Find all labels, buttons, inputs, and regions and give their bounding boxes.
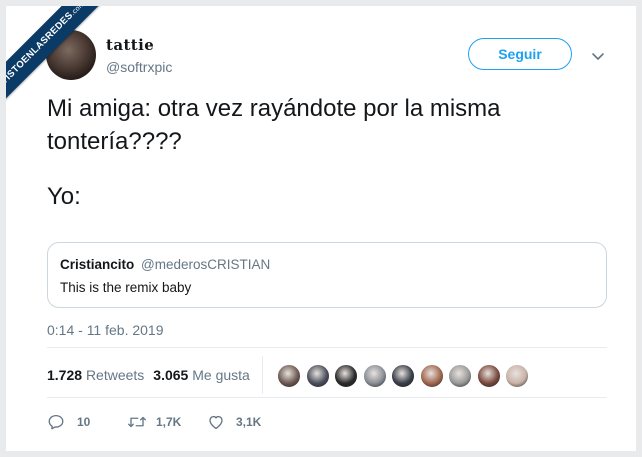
like-button[interactable]: 3,1K	[207, 411, 287, 433]
reply-button[interactable]: 10	[47, 411, 107, 433]
stats-separator	[262, 356, 263, 394]
tweet-line: Mi amiga: otra vez rayándote por la mism…	[47, 95, 501, 155]
quoted-tweet[interactable]: Cristiancito @mederosCRISTIAN This is th…	[47, 242, 607, 308]
retweet-icon	[128, 416, 146, 428]
liker-avatar[interactable]	[418, 363, 445, 389]
divider	[47, 347, 607, 348]
liker-avatar[interactable]	[504, 363, 530, 389]
reply-count: 10	[77, 415, 91, 429]
watermark-ribbon: VISTOENLASREDES.com	[6, 6, 102, 102]
retweet-button[interactable]: 1,7K	[127, 411, 207, 433]
retweets-count: 1.728	[47, 367, 83, 383]
heart-icon	[209, 415, 223, 430]
tweet-stats: 1.728 Retweets 3.065 Me gusta	[47, 367, 250, 383]
liker-avatar[interactable]	[276, 363, 302, 389]
divider	[47, 397, 607, 398]
liker-avatar[interactable]	[304, 363, 331, 389]
retweets-stat[interactable]: 1.728 Retweets	[47, 367, 144, 383]
like-count: 3,1K	[236, 415, 262, 429]
watermark-text: VISTOENLASREDES	[6, 9, 76, 87]
reply-icon	[48, 414, 64, 430]
retweets-label: Retweets	[85, 367, 145, 383]
quoted-tweet-name: Cristiancito	[60, 257, 135, 272]
watermark-suffix: .com	[69, 6, 87, 18]
tweet-text: Mi amiga: otra vez rayándote por la mism…	[47, 92, 607, 213]
tweet-card: VISTOENLASREDES.com tattie @softrxpic Se…	[6, 6, 636, 451]
tweet-line: Yo:	[47, 183, 81, 210]
display-name[interactable]: tattie	[106, 36, 154, 54]
chevron-down-icon[interactable]	[590, 48, 606, 64]
tweet-timestamp[interactable]: 0:14 - 11 feb. 2019	[47, 322, 164, 338]
quoted-tweet-text: This is the remix baby	[60, 280, 192, 295]
liker-avatar[interactable]	[390, 363, 416, 389]
follow-button[interactable]: Seguir	[468, 38, 572, 70]
liker-avatar[interactable]	[447, 363, 473, 389]
retweet-count: 1,7K	[156, 415, 182, 429]
likes-stat[interactable]: 3.065 Me gusta	[153, 367, 250, 383]
quoted-tweet-handle: @mederosCRISTIAN	[141, 257, 271, 272]
likes-count: 3.065	[153, 367, 189, 383]
likes-label: Me gusta	[192, 367, 250, 383]
user-handle[interactable]: @softrxpic	[106, 59, 172, 75]
liker-avatar[interactable]	[475, 363, 502, 389]
liker-avatar[interactable]	[333, 363, 359, 389]
liker-avatar[interactable]	[361, 363, 388, 389]
